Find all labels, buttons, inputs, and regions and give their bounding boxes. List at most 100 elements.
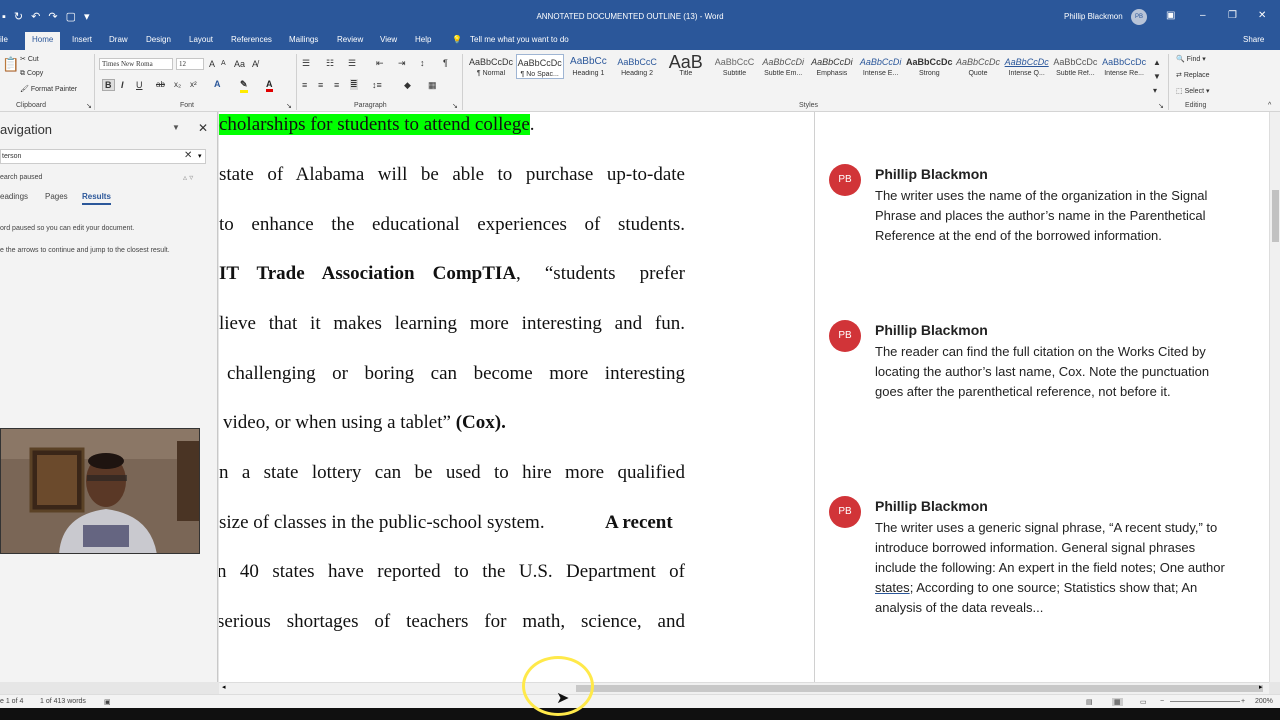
ribbon-display-icon[interactable]: ▣ bbox=[1166, 10, 1175, 21]
strikethrough-button[interactable]: ab bbox=[156, 80, 165, 89]
style-item[interactable]: AaBbCcDi Intense E... bbox=[857, 54, 905, 77]
style-item[interactable]: AaBbCcDc ¶ Normal bbox=[467, 54, 515, 77]
show-marks-icon[interactable]: ¶ bbox=[443, 58, 448, 68]
tab-file[interactable]: ile bbox=[0, 35, 8, 44]
bullets-icon[interactable]: ☰ bbox=[302, 58, 310, 69]
scroll-thumb[interactable] bbox=[1272, 190, 1279, 242]
replace-button[interactable]: ⇄ Replace bbox=[1176, 71, 1210, 79]
scroll-left-icon[interactable]: ◂ bbox=[222, 683, 226, 691]
clear-search-icon[interactable]: ✕ bbox=[184, 150, 192, 161]
zoom-level[interactable]: 200% bbox=[1255, 698, 1273, 705]
font-size-box[interactable]: 12 bbox=[176, 58, 204, 70]
tab-home[interactable]: Home bbox=[25, 32, 61, 50]
style-item[interactable]: AaBbCcDc ¶ No Spac... bbox=[515, 54, 564, 79]
search-options-icon[interactable]: ▾ bbox=[198, 152, 202, 160]
style-item[interactable]: AaBbCcDc Intense Q... bbox=[1003, 54, 1051, 77]
styles-scroll-up-icon[interactable]: ▲ bbox=[1153, 58, 1161, 67]
zoom-slider[interactable] bbox=[1170, 701, 1240, 702]
multilevel-list-icon[interactable]: ☰ bbox=[348, 58, 356, 69]
font-launcher-icon[interactable]: ↘ bbox=[286, 102, 292, 110]
document-area[interactable]: cholarships for students to attend colle… bbox=[219, 112, 1269, 682]
restore-icon[interactable]: ❐ bbox=[1228, 10, 1237, 21]
tell-me-search[interactable]: Tell me what you want to do bbox=[470, 35, 569, 44]
text-effects-icon[interactable]: A bbox=[214, 79, 221, 89]
style-item[interactable]: AaBbCcDc Intense Re... bbox=[1100, 54, 1148, 77]
subscript-button[interactable]: x₂ bbox=[174, 80, 181, 89]
italic-button[interactable]: I bbox=[121, 80, 124, 90]
print-layout-icon[interactable]: ▦ bbox=[1112, 698, 1123, 706]
style-item[interactable]: AaBbCcDi Subtle Em... bbox=[759, 54, 807, 77]
proofing-icon[interactable]: ▣ bbox=[104, 698, 111, 706]
tab-mailings[interactable]: Mailings bbox=[289, 35, 318, 44]
tab-references[interactable]: References bbox=[231, 35, 272, 44]
tab-design[interactable]: Design bbox=[146, 35, 171, 44]
styles-launcher-icon[interactable]: ↘ bbox=[1158, 102, 1164, 110]
select-button[interactable]: ⬚ Select ▾ bbox=[1176, 87, 1210, 95]
format-painter-button[interactable]: 🖌 Format Painter bbox=[20, 85, 77, 93]
web-layout-icon[interactable]: ▭ bbox=[1140, 698, 1147, 706]
align-center-icon[interactable]: ≡ bbox=[318, 80, 323, 90]
style-item[interactable]: AaB Title bbox=[662, 54, 710, 77]
style-item[interactable]: AaBbCcC Subtitle bbox=[711, 54, 759, 77]
font-name-box[interactable]: Times New Roma bbox=[99, 58, 173, 70]
scroll-right-icon[interactable]: ▸ bbox=[1259, 683, 1263, 691]
numbering-icon[interactable]: ☷ bbox=[326, 58, 334, 69]
paragraph-launcher-icon[interactable]: ↘ bbox=[452, 102, 458, 110]
tab-insert[interactable]: Insert bbox=[72, 35, 92, 44]
clipboard-launcher-icon[interactable]: ↘ bbox=[86, 102, 92, 110]
cut-button[interactable]: ✂ Cut bbox=[20, 55, 39, 63]
paste-icon[interactable]: 📋 bbox=[2, 56, 19, 73]
page-count[interactable]: e 1 of 4 bbox=[0, 698, 23, 705]
align-right-icon[interactable]: ≡ bbox=[334, 80, 339, 90]
vertical-scrollbar[interactable] bbox=[1269, 112, 1280, 682]
styles-more-icon[interactable]: ▾ bbox=[1153, 86, 1157, 95]
user-name[interactable]: Phillip Blackmon bbox=[1064, 12, 1123, 21]
find-button[interactable]: 🔍 Find ▾ bbox=[1176, 55, 1206, 63]
word-count[interactable]: 1 of 413 words bbox=[40, 698, 86, 705]
style-item[interactable]: AaBbCcDc Strong bbox=[905, 54, 953, 77]
tab-results[interactable]: Results bbox=[82, 192, 111, 205]
scroll-thumb[interactable] bbox=[576, 685, 1263, 692]
decrease-indent-icon[interactable]: ⇤ bbox=[376, 58, 384, 69]
tab-pages[interactable]: Pages bbox=[45, 192, 68, 201]
change-case-icon[interactable]: Aa bbox=[234, 59, 245, 69]
font-color-icon[interactable]: A bbox=[266, 79, 273, 92]
shrink-font-icon[interactable]: A bbox=[221, 60, 226, 67]
style-item[interactable]: AaBbCc Heading 1 bbox=[564, 54, 612, 77]
collapse-ribbon-icon[interactable]: ^ bbox=[1268, 102, 1271, 109]
share-button[interactable]: Share bbox=[1243, 35, 1264, 44]
shading-icon[interactable]: ◆ bbox=[404, 80, 411, 91]
align-left-icon[interactable]: ≡ bbox=[302, 80, 307, 90]
close-icon[interactable]: ✕ bbox=[1258, 10, 1266, 21]
tab-headings[interactable]: eadings bbox=[0, 192, 28, 201]
borders-icon[interactable]: ▦ bbox=[428, 80, 437, 91]
search-input[interactable]: terson ✕ bbox=[0, 149, 206, 164]
sort-icon[interactable]: ↕ bbox=[420, 58, 425, 68]
tab-layout[interactable]: Layout bbox=[189, 35, 213, 44]
close-pane-icon[interactable]: ✕ bbox=[198, 121, 208, 135]
underline-button[interactable]: U bbox=[136, 80, 143, 90]
tab-review[interactable]: Review bbox=[337, 35, 363, 44]
bold-button[interactable]: B bbox=[102, 79, 115, 91]
line-spacing-icon[interactable]: ↕≡ bbox=[372, 80, 382, 90]
read-mode-icon[interactable]: ▤ bbox=[1086, 698, 1093, 706]
copy-button[interactable]: ⧉ Copy bbox=[20, 70, 43, 78]
style-item[interactable]: AaBbCcDc Quote bbox=[954, 54, 1002, 77]
pane-options-icon[interactable]: ▼ bbox=[172, 123, 180, 132]
tab-view[interactable]: View bbox=[380, 35, 397, 44]
tab-draw[interactable]: Draw bbox=[109, 35, 128, 44]
justify-icon[interactable]: ≣ bbox=[350, 79, 358, 90]
style-item[interactable]: AaBbCcC Heading 2 bbox=[613, 54, 661, 77]
user-avatar[interactable]: PB bbox=[1131, 9, 1147, 25]
style-item[interactable]: AaBbCcDi Emphasis bbox=[808, 54, 856, 77]
minimize-icon[interactable]: – bbox=[1200, 10, 1206, 21]
tab-help[interactable]: Help bbox=[415, 35, 431, 44]
result-arrows-icon[interactable]: ▵ ▿ bbox=[183, 173, 193, 182]
horizontal-scrollbar[interactable]: ◂ ▸ bbox=[219, 682, 1269, 694]
styles-scroll-down-icon[interactable]: ▼ bbox=[1153, 72, 1161, 81]
increase-indent-icon[interactable]: ⇥ bbox=[398, 58, 406, 69]
clear-formatting-icon[interactable]: A̸ bbox=[252, 59, 258, 69]
zoom-in-icon[interactable]: + bbox=[1241, 698, 1245, 705]
style-item[interactable]: AaBbCcDc Subtle Ref... bbox=[1051, 54, 1099, 77]
grow-font-icon[interactable]: A bbox=[209, 59, 215, 69]
